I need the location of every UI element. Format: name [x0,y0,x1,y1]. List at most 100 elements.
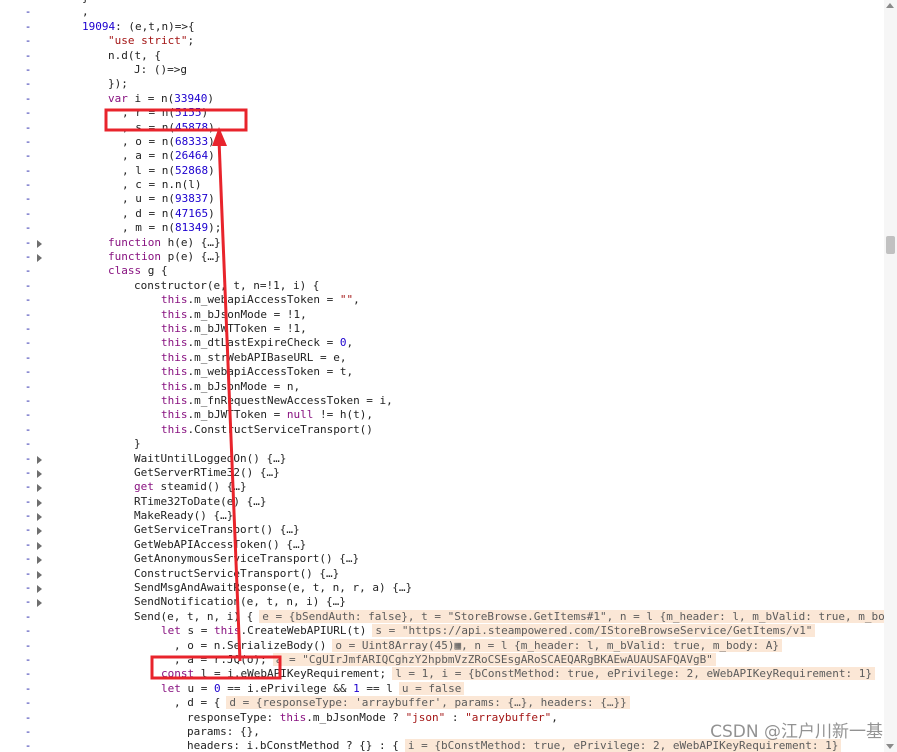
line-marker[interactable]: - [24,5,32,19]
code-line[interactable]: - , l = n(52868) [0,164,884,178]
line-marker[interactable]: - [24,523,32,537]
line-marker[interactable]: - [24,264,32,278]
code-line[interactable]: -, [0,5,884,19]
code-line[interactable]: - GetAnonymousServiceTransport() {…} [0,552,884,566]
line-marker[interactable]: - [24,452,32,466]
code-line[interactable]: - this.m_bJWTToken = !1, [0,322,884,336]
fold-expand-icon[interactable] [37,239,42,248]
line-marker[interactable]: - [24,63,32,77]
code-line[interactable]: - let u = 0 == i.ePrivilege && 1 == l u = … [0,681,884,696]
fold-expand-icon[interactable] [37,469,42,478]
line-marker[interactable]: - [24,725,32,739]
code-line[interactable]: -} [0,437,884,451]
line-marker[interactable]: - [24,34,32,48]
line-marker[interactable]: - [24,92,32,106]
line-marker[interactable]: - [24,480,32,494]
code-line[interactable]: - function h(e) {…} [0,236,884,250]
line-marker[interactable]: - [24,351,32,365]
code-line[interactable]: - WaitUntilLoggedOn() {…} [0,452,884,466]
line-marker[interactable]: - [24,408,32,422]
code-line[interactable]: - let s = this.CreateWebAPIURL(t) s = "htt… [0,624,884,638]
line-marker[interactable]: - [24,466,32,480]
code-line[interactable]: - , m = n(81349); [0,221,884,235]
code-line[interactable]: - , o = n.SerializeBody() o = Uint8Array(4… [0,638,884,653]
fold-expand-icon[interactable] [37,556,42,565]
fold-expand-icon[interactable] [37,599,42,608]
line-marker[interactable]: - [24,207,32,221]
code-line[interactable]: - this.m_bJsonMode = n, [0,380,884,394]
fold-expand-icon[interactable] [37,254,42,263]
code-line[interactable]: - , a = r.JQ(o); a = "CgUIrJmfARIQCghzY2hp… [0,652,884,667]
code-line[interactable]: - "use strict"; [0,34,884,48]
line-marker[interactable]: - [24,336,32,350]
code-line[interactable]: - const l = i.eWebAPIKeyRequirement; l = 1… [0,667,884,681]
line-marker[interactable]: - [24,279,32,293]
line-marker[interactable]: - [24,495,32,509]
code-line[interactable]: - n.d(t, { [0,49,884,63]
code-line[interactable]: - , s = n(45878) [0,121,884,135]
code-line[interactable]: - , d = n(47165) [0,207,884,221]
fold-expand-icon[interactable] [37,498,42,507]
code-line[interactable]: - , c = n.n(l) [0,178,884,192]
code-line[interactable]: - ConstructServiceTransport() {…} [0,567,884,581]
code-line[interactable]: - GetServiceTransport() {…} [0,523,884,537]
line-marker[interactable]: - [24,77,32,91]
code-line[interactable]: - GetWebAPIAccessToken() {…} [0,538,884,552]
line-marker[interactable]: - [24,250,32,264]
line-marker[interactable]: - [24,106,32,120]
code-line[interactable]: - this.m_dtLastExpireCheck = 0, [0,336,884,350]
line-marker[interactable]: - [24,423,32,437]
line-marker[interactable]: - [24,624,32,638]
line-marker[interactable]: - [24,365,32,379]
line-marker[interactable]: - [24,121,32,135]
code-line[interactable]: -}); [0,77,884,91]
line-marker[interactable]: - [24,322,32,336]
code-line[interactable]: - function p(e) {…} [0,250,884,264]
line-marker[interactable]: - [24,581,32,595]
line-marker[interactable]: - [24,711,32,725]
code-line[interactable]: - RTime32ToDate(e) {…} [0,495,884,509]
code-line[interactable]: - , a = n(26464) [0,149,884,163]
code-line[interactable]: - J: ()=>g [0,63,884,77]
fold-expand-icon[interactable] [37,513,42,522]
line-marker[interactable]: - [24,610,32,624]
code-line[interactable]: - this.m_webapiAccessToken = "", [0,293,884,307]
code-line[interactable]: - , d = {d = {responseType: 'arraybuffer'… [0,696,884,710]
fold-expand-icon[interactable] [37,484,42,493]
line-marker[interactable]: - [24,49,32,63]
line-marker[interactable]: - [24,567,32,581]
fold-expand-icon[interactable] [37,585,42,594]
line-marker[interactable]: - [24,437,32,451]
code-line[interactable]: - this.m_bJsonMode = !1, [0,308,884,322]
line-marker[interactable]: - [24,178,32,192]
line-marker[interactable]: - [24,394,32,408]
code-line[interactable]: - , r = n(5155) [0,106,884,120]
line-marker[interactable]: - [24,149,32,163]
code-line[interactable]: - 19094: (e,t,n)=>{ [0,20,884,34]
line-marker[interactable]: - [24,682,32,696]
line-marker[interactable]: - [24,293,32,307]
vertical-scrollbar[interactable] [884,0,897,752]
line-marker[interactable]: - [24,135,32,149]
code-line[interactable]: - this.m_fnRequestNewAccessToken = i, [0,394,884,408]
code-line[interactable]: - SendNotification(e, t, n, i) {…} [0,595,884,609]
code-line[interactable]: - , u = n(93837) [0,192,884,206]
line-marker[interactable]: - [24,653,32,667]
fold-expand-icon[interactable] [37,570,42,579]
line-marker[interactable]: - [24,164,32,178]
scroll-thumb[interactable] [886,236,895,254]
fold-expand-icon[interactable] [37,541,42,550]
code-line[interactable]: - get steamid() {…} [0,480,884,494]
code-line[interactable]: - GetServerRTime32() {…} [0,466,884,480]
code-line[interactable]: - this.m_bJWTToken = null != h(t), [0,408,884,422]
line-marker[interactable]: - [24,739,32,752]
line-marker[interactable]: - [24,552,32,566]
code-line[interactable]: - MakeReady() {…} [0,509,884,523]
code-line[interactable]: - Send(e, t, n, i) {e = {bSendAuth: false… [0,609,897,624]
scroll-up-arrow-icon[interactable] [886,3,894,8]
code-line[interactable]: - this.m_webapiAccessToken = t, [0,365,884,379]
line-marker[interactable]: - [24,236,32,250]
line-marker[interactable]: - [24,221,32,235]
fold-expand-icon[interactable] [37,527,42,536]
line-marker[interactable]: - [24,595,32,609]
